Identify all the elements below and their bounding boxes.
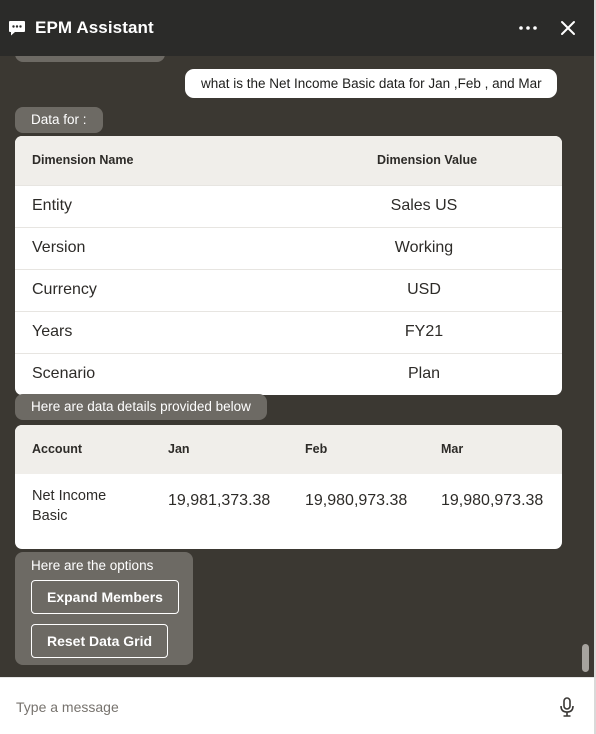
table-row: Entity Sales US (15, 185, 562, 227)
dimension-name-cell: Years (32, 323, 73, 340)
options-label: Here are the options (31, 558, 154, 573)
table-row: Scenario Plan (15, 353, 562, 395)
reset-data-grid-button[interactable]: Reset Data Grid (31, 624, 169, 658)
jan-value-cell: 19,981,373.38 (168, 492, 271, 509)
column-header-dimension-value: Dimension Value (377, 153, 478, 167)
dimension-value-cell: USD (407, 281, 441, 298)
microphone-icon[interactable] (559, 697, 575, 717)
previous-message-bubble (15, 56, 165, 62)
feb-value-cell: 19,980,973.38 (305, 492, 408, 509)
expand-members-button[interactable]: Expand Members (31, 580, 179, 614)
column-header-jan: Jan (168, 442, 190, 456)
dimension-table-header: Dimension Name Dimension Value (15, 136, 562, 185)
dimension-name-cell: Entity (32, 197, 73, 214)
close-icon[interactable] (560, 20, 576, 36)
message-composer (0, 677, 594, 734)
column-header-account: Account (32, 442, 82, 456)
account-cell: Net Income Basic (32, 488, 107, 524)
data-for-label: Data for : (15, 107, 103, 133)
options-bubble: Here are the options Expand Members Rese… (15, 552, 193, 665)
dimension-name-cell: Currency (32, 281, 97, 298)
chat-bubble-icon (9, 21, 25, 36)
column-header-mar: Mar (441, 442, 464, 456)
table-row: Version Working (15, 227, 562, 269)
table-row: Years FY21 (15, 311, 562, 353)
column-header-dimension-name: Dimension Name (32, 153, 134, 167)
mar-value-cell: 19,980,973.38 (441, 492, 544, 509)
dimension-value-cell: Plan (407, 365, 441, 382)
dimension-name-cell: Version (32, 239, 86, 256)
dimension-value-cell: FY21 (404, 323, 444, 340)
dimension-value-cell: Sales US (390, 197, 458, 214)
dimension-table: Dimension Name Dimension Value Entity Sa… (15, 136, 562, 395)
assistant-title: EPM Assistant (35, 18, 154, 37)
data-table-header: Account Jan Feb Mar (15, 425, 562, 474)
conversation-area: what is the Net Income Basic data for Ja… (0, 56, 594, 677)
more-horizontal-icon[interactable] (518, 22, 538, 34)
scrollbar-thumb[interactable] (582, 644, 589, 672)
table-row: Currency USD (15, 269, 562, 311)
table-row: Net Income Basic 19,981,373.38 19,980,97… (15, 474, 562, 549)
dimension-value-cell: Working (394, 239, 454, 256)
dimension-name-cell: Scenario (32, 365, 96, 382)
message-input[interactable] (14, 694, 538, 720)
column-header-feb: Feb (305, 442, 328, 456)
user-message: what is the Net Income Basic data for Ja… (185, 69, 557, 98)
data-table: Account Jan Feb Mar Net Income Basic 19,… (15, 425, 562, 549)
assistant-header: EPM Assistant (0, 0, 594, 56)
data-details-label: Here are data details provided below (15, 394, 267, 420)
